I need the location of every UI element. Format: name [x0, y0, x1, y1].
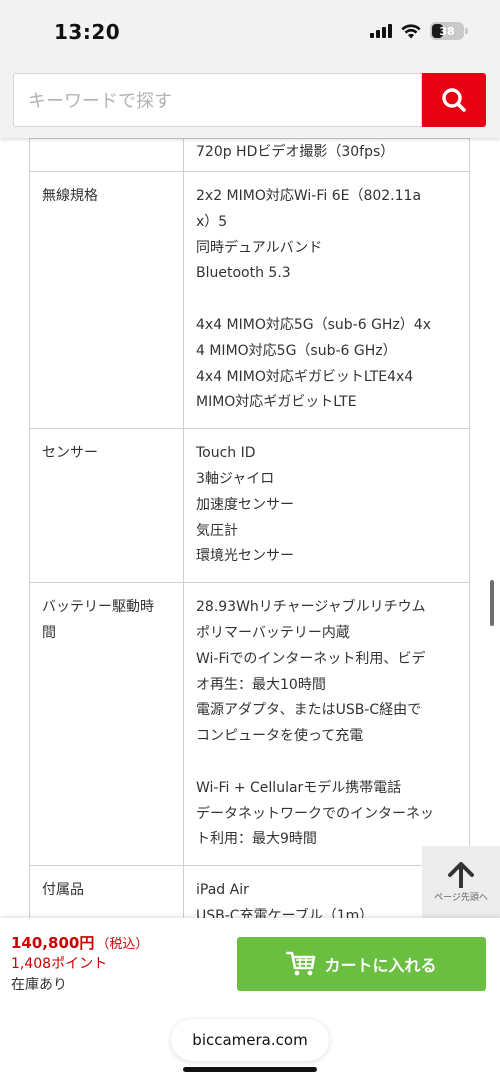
spec-line: Wi-Fiでのインターネット利用、ビデ	[196, 650, 426, 667]
spec-label-line: バッテリー駆動時	[42, 599, 154, 616]
search-button[interactable]	[422, 73, 486, 127]
url-text: biccamera.com	[192, 1031, 308, 1049]
points: 1,408ポイント	[11, 956, 108, 972]
spec-label: バッテリー駆動時 間	[29, 582, 184, 867]
stock-status: 在庫あり	[11, 977, 67, 993]
spec-line: 4 MIMO対応5G（sub-6 GHz）	[196, 342, 397, 359]
cellular-signal-icon	[370, 24, 392, 38]
battery-level: 38	[439, 24, 455, 38]
scrollbar[interactable]	[490, 580, 494, 626]
search-header: キーワードで探す	[0, 66, 500, 138]
spec-line: 気圧計	[196, 522, 238, 539]
spec-line: 同時デュアルバンド	[196, 239, 323, 256]
add-to-cart-label: カートに入れる	[324, 956, 437, 975]
tax-note: （税込）	[96, 937, 149, 952]
spec-line: 28.93Whリチャージャブルリチウム	[196, 599, 426, 616]
spec-line	[196, 287, 457, 313]
search-placeholder: キーワードで探す	[28, 91, 172, 112]
arrow-up-icon	[448, 861, 474, 888]
spec-line: 2x2 MIMO対応Wi-Fi 6E（802.11a	[196, 188, 422, 204]
wifi-icon	[401, 23, 421, 38]
spec-line: コンピュータを使って充電	[196, 728, 364, 745]
spec-line: 加速度センサー	[196, 496, 294, 513]
spec-row-video: 720p HDビデオ撮影（30fps）	[29, 138, 470, 172]
spec-line: 3軸ジャイロ	[196, 470, 275, 487]
spec-line: x）5	[196, 213, 228, 230]
spec-row-sensors: センサー Touch ID 3軸ジャイロ 加速度センサー 気圧計 環境光センサー	[29, 428, 470, 584]
spec-line: MIMO対応ギガビットLTE	[196, 394, 357, 411]
home-indicator[interactable]	[183, 1067, 317, 1072]
spec-label	[29, 138, 184, 172]
status-bar: 13:20 38	[0, 0, 500, 66]
search-icon	[442, 88, 466, 112]
spec-value: 2x2 MIMO対応Wi-Fi 6E（802.11a x）5 同時デュアルバンド…	[183, 170, 470, 430]
spec-line: オ再生：最大10時間	[196, 676, 326, 693]
spec-row-battery: バッテリー駆動時 間 28.93Whリチャージャブルリチウム ポリマーバッテリー…	[29, 582, 470, 867]
spec-value: 28.93Whリチャージャブルリチウム ポリマーバッテリー内蔵 Wi-Fiでのイ…	[183, 582, 470, 867]
status-icons: 38	[370, 22, 468, 40]
price: 140,800円	[11, 934, 95, 952]
shopping-cart-icon	[286, 951, 316, 976]
browser-address-bar[interactable]: biccamera.com	[171, 1019, 329, 1061]
spec-row-wireless: 無線規格 2x2 MIMO対応Wi-Fi 6E（802.11a x）5 同時デュ…	[29, 170, 470, 430]
spec-line: 環境光センサー	[196, 548, 294, 565]
spec-value: Touch ID 3軸ジャイロ 加速度センサー 気圧計 環境光センサー	[183, 428, 470, 584]
spec-line: Bluetooth 5.3	[196, 265, 291, 282]
spec-line	[196, 750, 457, 776]
add-to-cart-button[interactable]: カートに入れる	[237, 937, 486, 991]
spec-line: Wi-Fi + Cellularモデル携帯電話	[196, 779, 402, 796]
page-top-button[interactable]: ページ先頭へ	[422, 846, 500, 918]
spec-line: iPad Air	[196, 882, 249, 899]
status-time: 13:20	[54, 20, 121, 44]
battery-icon: 38	[430, 22, 468, 40]
spec-line: 4x4 MIMO対応5G（sub-6 GHz）4x	[196, 316, 431, 333]
spec-line: Touch ID	[196, 445, 256, 462]
spec-label: 無線規格	[29, 170, 184, 430]
spec-value: 720p HDビデオ撮影（30fps）	[183, 138, 470, 172]
spec-line: データネットワークでのインターネッ	[196, 805, 434, 822]
spec-line: 電源アダプタ、またはUSB-C経由で	[196, 702, 422, 719]
spec-line: ポリマーバッテリー内蔵	[196, 624, 350, 641]
price-line: 140,800円 （税込）	[11, 932, 148, 953]
page-top-label: ページ先頭へ	[434, 892, 488, 903]
spec-label: センサー	[29, 428, 184, 584]
spec-line: 4x4 MIMO対応ギガビットLTE4x4	[196, 368, 414, 385]
spec-line: ト利用：最大9時間	[196, 831, 317, 848]
search-input[interactable]: キーワードで探す	[13, 73, 422, 127]
spec-line: 720p HDビデオ撮影（30fps）	[196, 144, 395, 160]
spec-label-line: 間	[42, 624, 56, 641]
spec-table: 720p HDビデオ撮影（30fps） 無線規格 2x2 MIMO対応Wi-Fi…	[29, 138, 470, 943]
purchase-bar: 140,800円 （税込） 1,408ポイント 在庫あり カートに入れる bicc…	[0, 918, 500, 1080]
